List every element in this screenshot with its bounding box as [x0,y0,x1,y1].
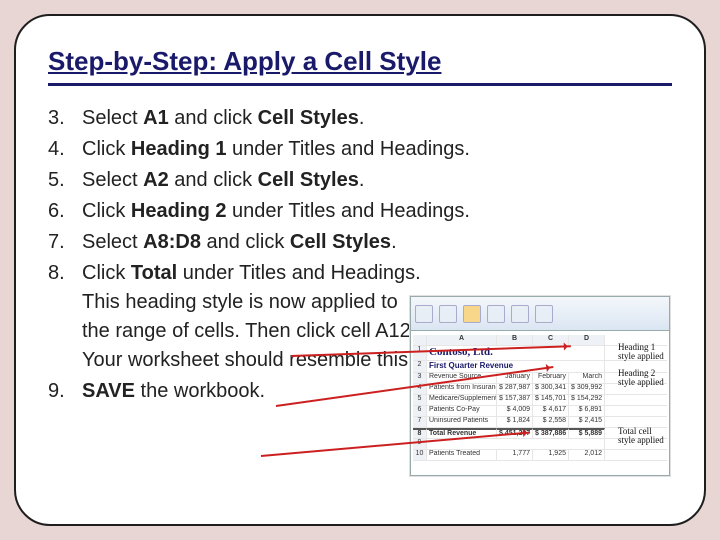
ribbon-button [439,305,457,323]
slide-title: Step-by-Step: Apply a Cell Style [48,46,672,86]
step-text: Click Heading 1 under Titles and Heading… [82,135,672,164]
step-text: Select A1 and click Cell Styles. [82,104,672,133]
annot-heading1: Heading 1 style applied [618,343,670,362]
ribbon [411,297,669,331]
step-number: 4. [48,135,82,164]
ribbon-button [487,305,505,323]
step-number: 6. [48,197,82,226]
step-number: 8. [48,259,82,375]
step-item: 4.Click Heading 1 under Titles and Headi… [48,135,672,164]
step-item: 6.Click Heading 2 under Titles and Headi… [48,197,672,226]
step-number: 7. [48,228,82,257]
step-text: Select A2 and click Cell Styles. [82,166,672,195]
step-number: 5. [48,166,82,195]
row-footer: 10 Patients Treated 1,777 1,925 2,012 [413,450,667,461]
step-item: 7.Select A8:D8 and click Cell Styles. [48,228,672,257]
annot-heading2: Heading 2 style applied [618,369,670,388]
slide-frame: Step-by-Step: Apply a Cell Style 3.Selec… [14,14,706,526]
worksheet: A B C D 1 Contoso, Ltd. 2 First Quarter … [411,331,669,475]
excel-screenshot: A B C D 1 Contoso, Ltd. 2 First Quarter … [410,296,670,476]
step-number: 9. [48,377,82,406]
step-text: Click Heading 2 under Titles and Heading… [82,197,672,226]
step-text: Select A8:D8 and click Cell Styles. [82,228,672,257]
step-number: 3. [48,104,82,133]
annot-total: Total cell style applied [618,427,670,446]
ribbon-button [511,305,529,323]
step-item: 3.Select A1 and click Cell Styles. [48,104,672,133]
step-text: Click Total under Titles and Headings. T… [82,259,422,375]
data-row: 5Medicare/Supplement$ 157,387$ 145,701$ … [413,395,667,406]
cell-styles-button [463,305,481,323]
ribbon-button [535,305,553,323]
ribbon-button [415,305,433,323]
step-item: 5.Select A2 and click Cell Styles. [48,166,672,195]
data-row: 6Patients Co-Pay$ 4,009$ 4,617$ 6,891 [413,406,667,417]
